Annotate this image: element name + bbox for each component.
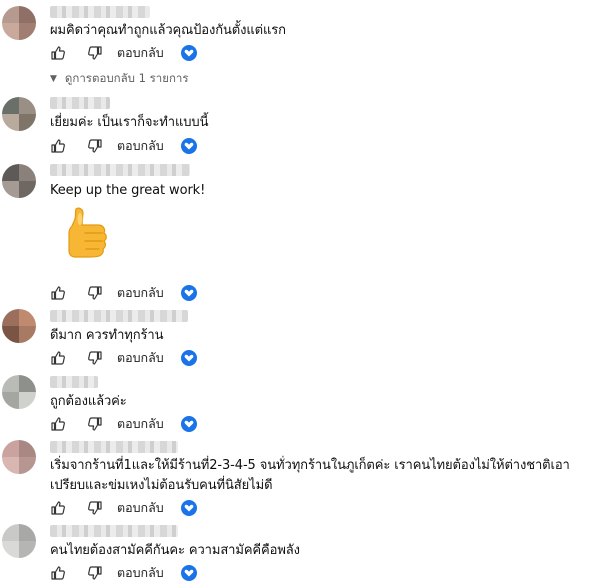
comment-text: เริ่มจากร้านที่1และให้มีร้านที่2-3-4-5 จ… — [50, 458, 570, 473]
creator-heart-icon — [180, 500, 197, 516]
thumbs-down-icon[interactable] — [87, 416, 103, 432]
comment-text: Keep up the great work! — [50, 183, 206, 198]
comment-actions: ตอบกลับ — [50, 414, 197, 434]
thumbs-up-icon[interactable] — [50, 500, 66, 516]
creator-heart-icon — [180, 285, 197, 301]
author-name-redacted[interactable] — [50, 310, 188, 322]
avatar[interactable] — [2, 440, 36, 474]
comment-actions: ตอบกลับ — [50, 348, 197, 368]
thumbs-up-icon[interactable] — [50, 45, 66, 61]
creator-heart-icon — [180, 138, 197, 154]
author-name-redacted[interactable] — [50, 441, 178, 453]
comment-text: เยี่ยมค่ะ เป็นเราก็จะทำแบบนี้ — [50, 115, 209, 130]
avatar[interactable] — [2, 309, 36, 343]
comment-text: ถูกต้องแล้วค่ะ — [50, 394, 127, 409]
thumbs-down-icon[interactable] — [87, 565, 103, 581]
avatar[interactable] — [2, 524, 36, 558]
avatar[interactable] — [2, 97, 36, 131]
comment-actions: ตอบกลับ — [50, 283, 197, 303]
comment-text: ผมคิดว่าคุณทำถูกแล้วคุณป้องกันตั้งแต่แรก — [50, 23, 286, 38]
comment-text: ดีมาก ควรทำทุกร้าน — [50, 328, 164, 343]
author-name-redacted[interactable] — [50, 164, 190, 176]
view-replies-label: ดูการตอบกลับ 1 รายการ — [64, 71, 189, 85]
thumbs-up-emoji — [68, 207, 107, 258]
comment-actions: ตอบกลับ — [50, 43, 197, 63]
creator-heart-icon — [180, 45, 197, 61]
avatar[interactable] — [2, 164, 36, 198]
thumbs-up-icon[interactable] — [50, 138, 66, 154]
reply-button[interactable]: ตอบกลับ — [117, 348, 164, 368]
reply-button[interactable]: ตอบกลับ — [117, 283, 164, 303]
reply-button[interactable]: ตอบกลับ — [117, 136, 164, 156]
creator-heart-icon — [180, 565, 197, 581]
thumbs-up-icon[interactable] — [50, 285, 66, 301]
thumbs-down-icon[interactable] — [87, 350, 103, 366]
comment-actions: ตอบกลับ — [50, 563, 197, 583]
creator-heart-icon — [180, 416, 197, 432]
view-replies-toggle[interactable]: ▼ ดูการตอบกลับ 1 รายการ — [50, 70, 189, 88]
thumbs-up-icon[interactable] — [50, 565, 66, 581]
reply-button[interactable]: ตอบกลับ — [117, 563, 164, 583]
comment-actions: ตอบกลับ — [50, 498, 197, 518]
reply-button[interactable]: ตอบกลับ — [117, 414, 164, 434]
author-name-redacted[interactable] — [50, 6, 150, 18]
chevron-down-icon: ▼ — [50, 74, 57, 84]
comment-actions: ตอบกลับ — [50, 136, 197, 156]
thumbs-down-icon[interactable] — [87, 500, 103, 516]
author-name-redacted[interactable] — [50, 376, 98, 388]
comment-text-line-2: เปรียบและข่มเหงไม่ต้อนรับคนที่นิสัยไม่ดี — [50, 478, 273, 493]
avatar[interactable] — [2, 375, 36, 409]
comment-text: คนไทยต้องสามัคคีกันคะ ความสามัคคีคือพลัง — [50, 543, 300, 558]
reply-button[interactable]: ตอบกลับ — [117, 498, 164, 518]
reply-button[interactable]: ตอบกลับ — [117, 43, 164, 63]
thumbs-down-icon[interactable] — [87, 45, 103, 61]
author-name-redacted[interactable] — [50, 525, 178, 537]
creator-heart-icon — [180, 350, 197, 366]
author-name-redacted[interactable] — [50, 97, 110, 109]
thumbs-up-icon[interactable] — [50, 350, 66, 366]
thumbs-down-icon[interactable] — [87, 138, 103, 154]
thumbs-down-icon[interactable] — [87, 285, 103, 301]
thumbs-up-icon[interactable] — [50, 416, 66, 432]
avatar[interactable] — [2, 6, 36, 40]
